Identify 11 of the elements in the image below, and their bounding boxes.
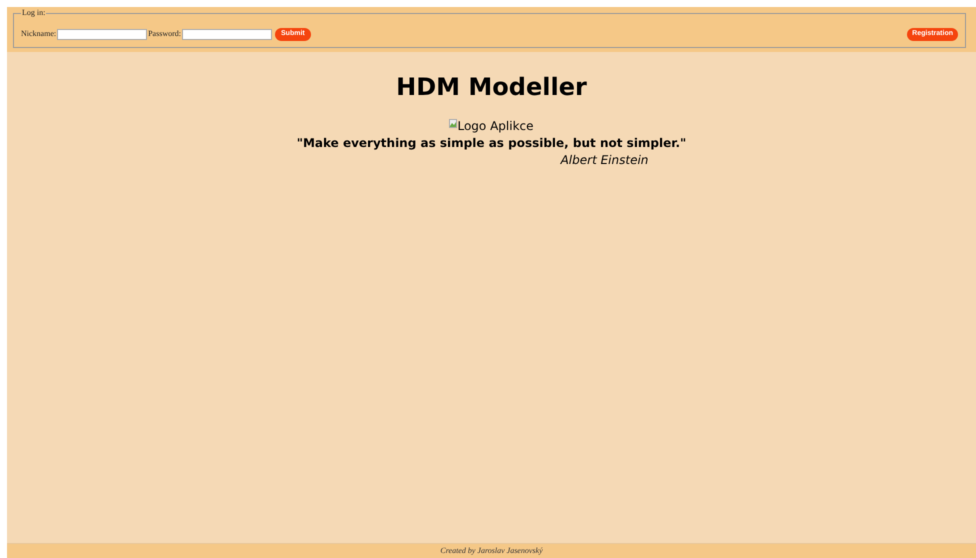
nickname-label: Nickname: <box>21 28 56 40</box>
password-label: Password: <box>148 28 181 40</box>
page-title: HDM Modeller <box>396 72 587 102</box>
footer-text: Created by Jaroslav Jasenovský <box>440 545 543 557</box>
nickname-field[interactable] <box>57 28 148 40</box>
quote-text: "Make everything as simple as possible, but not simpler." <box>296 135 686 152</box>
password-field[interactable] <box>182 28 272 40</box>
broken-image-icon <box>449 119 458 128</box>
quote-author: Albert Einstein <box>560 152 648 168</box>
login-legend: Log in: <box>21 9 46 17</box>
logo-alt-text: Logo Aplikce <box>457 119 534 134</box>
